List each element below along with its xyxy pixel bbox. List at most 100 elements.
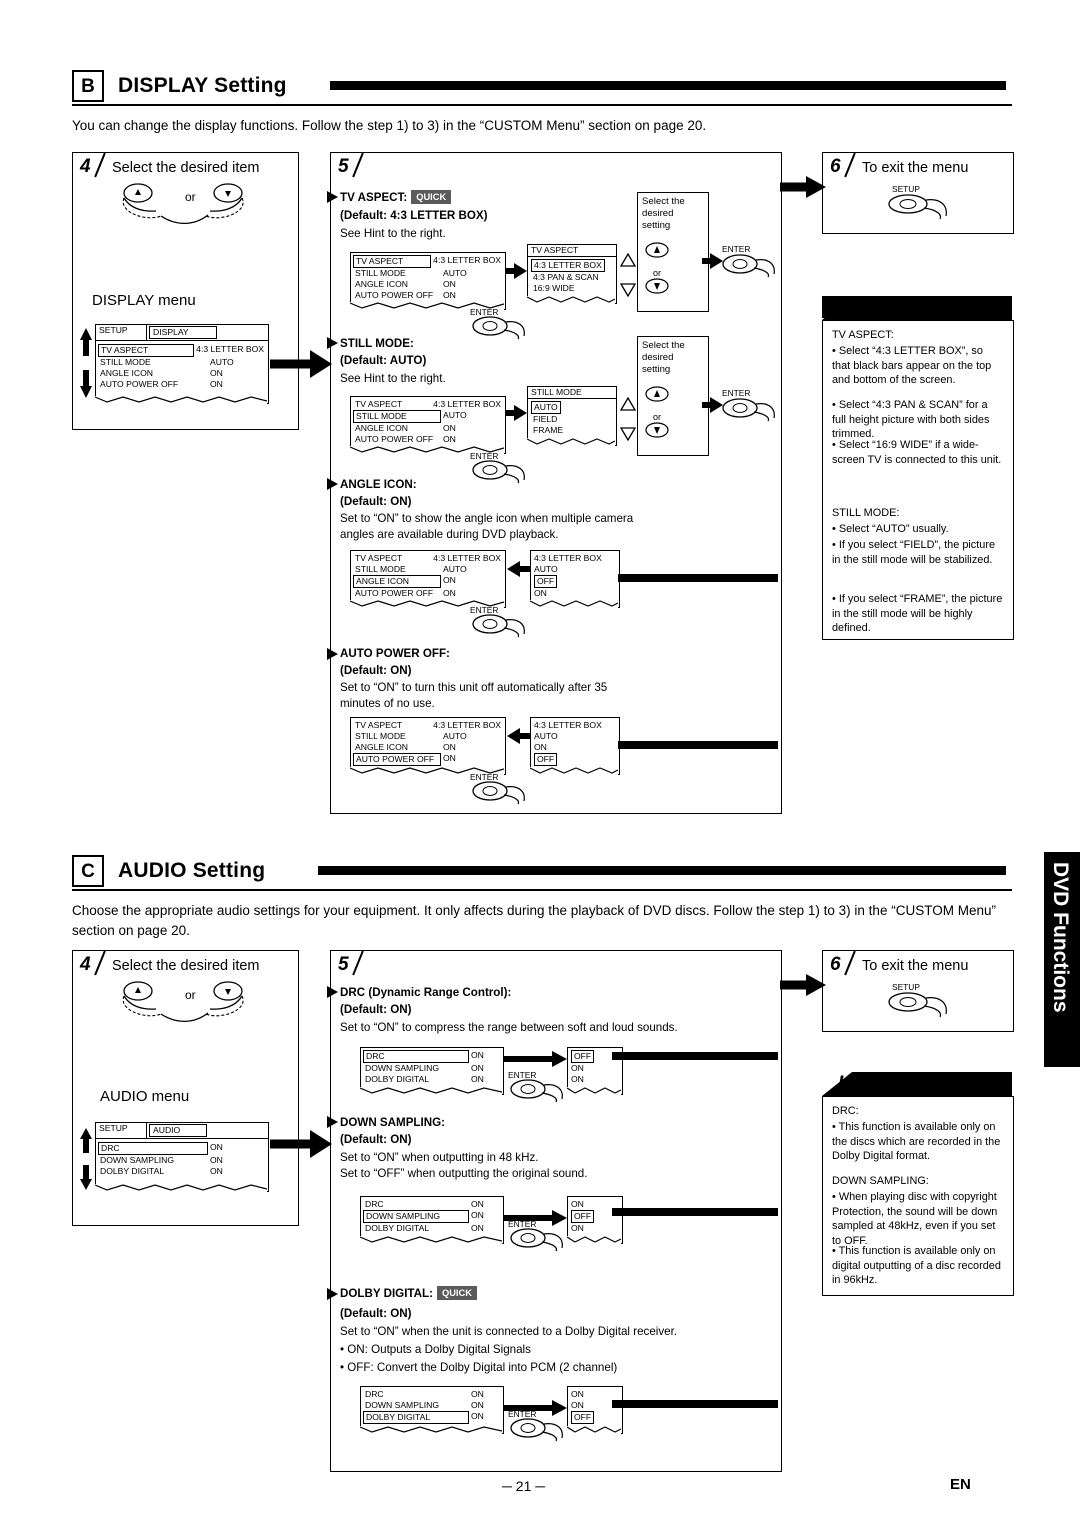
b-item1-desc: See Hint to the right. — [340, 227, 446, 240]
b-item3-osd2: 4:3 LETTER BOX AUTO OFF ON — [530, 550, 620, 608]
c-item3-b2: • OFF: Convert the Dolby Digital into PC… — [340, 1361, 618, 1374]
c-audio-menu-word: AUDIO menu — [100, 1088, 190, 1105]
c-connector-arrow-2 — [780, 974, 826, 996]
c-item3-name: DOLBY DIGITAL: — [340, 1287, 433, 1300]
c-step4-label: Select the desired item — [112, 958, 260, 974]
c-hint-g2-title: DOWN SAMPLING: — [832, 1175, 929, 1187]
b-item1-options-osd: TV ASPECT 4:3 LETTER BOX 4:3 PAN & SCAN … — [527, 244, 617, 304]
b-item4-enter-button-icon[interactable] — [468, 779, 532, 805]
b-item1-enter-button-icon[interactable] — [468, 314, 532, 340]
c-route-line-2 — [612, 1208, 778, 1216]
c-route-line-3 — [612, 1400, 778, 1408]
side-tab: DVD Functions — [1044, 852, 1080, 1067]
osd-row: STILL MODE AUTO — [100, 357, 234, 367]
quick-badge: QUICK — [411, 190, 452, 205]
b-item1-enter2-button-icon[interactable] — [718, 252, 780, 278]
b-item3-enter-button-icon[interactable] — [468, 612, 532, 638]
quick-badge: QUICK — [436, 1286, 477, 1301]
b-item4-osd2: 4:3 LETTER BOX AUTO ON OFF — [530, 717, 620, 775]
b-item4-default: (Default: ON) — [340, 664, 412, 677]
b-step6-setup-button-icon[interactable] — [884, 192, 954, 220]
c-item3-b1: • ON: Outputs a Dolby Digital Signals — [340, 1343, 531, 1356]
b-step6-label: To exit the menu — [862, 160, 969, 176]
b-step4-or-label: or — [185, 190, 196, 204]
b-item3-arrow-left — [507, 561, 530, 577]
b-hint-g1-b1: • Select “4:3 LETTER BOX”, so that black… — [832, 345, 992, 387]
b-hint-g2-b2: • If you select “FIELD”, the picture in … — [832, 539, 996, 566]
c-step6-setup-button-icon[interactable] — [884, 990, 954, 1018]
b-item2-bullet-arrow-icon — [327, 337, 338, 349]
b-item1-bullet-arrow-icon — [327, 191, 338, 203]
b-item1-arrow-to-options — [506, 263, 527, 279]
b-connector-arrow-2 — [780, 176, 826, 198]
section-b-header: B DISPLAY Setting — [72, 70, 287, 102]
c-item3-bullet-arrow-icon — [327, 1288, 338, 1300]
b-item2-options-osd: STILL MODE AUTO FIELD FRAME — [527, 386, 617, 446]
c-hint-g1-b1: • This function is available only on the… — [832, 1121, 1001, 1163]
b-item1-osd: TV ASPECT 4:3 LETTER BOX STILL MODE AUTO A… — [350, 252, 506, 310]
b-hint-g1-b3: • Select “16:9 WIDE” if a wide-screen TV… — [832, 439, 1002, 466]
b-item2-select-buttons-icon[interactable] — [645, 382, 669, 440]
b-display-menu-osd: SETUP DISPLAY TV ASPECT 4:3 LETTER BOX ST… — [95, 324, 269, 404]
c-menu-scroll-arrows-icon — [80, 1128, 92, 1190]
c-item3-desc: Set to “ON” when the unit is connected t… — [340, 1325, 678, 1338]
c-hint-g2-b1: • When playing disc with copyright Prote… — [832, 1191, 998, 1248]
b-hint-g2-b1: • Select “AUTO” usually. — [832, 523, 949, 535]
c-item2-bullet-arrow-icon — [327, 1116, 338, 1128]
c-item2-default: (Default: ON) — [340, 1133, 412, 1146]
c-audio-menu-osd: SETUP AUDIO DRC ON DOWN SAMPLING ON DOLBY … — [95, 1122, 269, 1192]
b-item1-block: TV ASPECT: QUICK — [340, 190, 525, 206]
section-b-intro: You can change the display functions. Fo… — [72, 118, 707, 133]
page-number: ─ 21 ─ — [502, 1478, 546, 1494]
section-b-rule — [330, 81, 1006, 90]
b-item4-desc: Set to “ON” to turn this unit off automa… — [340, 681, 608, 710]
c-item3-default: (Default: ON) — [340, 1307, 412, 1320]
b-item1-select-buttons-icon[interactable] — [645, 238, 669, 296]
c-item1-arrow-right — [504, 1051, 567, 1067]
b-item1-default: (Default: 4:3 LETTER BOX) — [340, 209, 488, 222]
section-c-header: C AUDIO Setting — [72, 855, 265, 887]
osd-titlebar: SETUP DISPLAY — [96, 325, 268, 341]
b-item4-bullet-arrow-icon — [327, 648, 338, 660]
b-item3-name: ANGLE ICON: — [340, 478, 417, 491]
section-c-letter: C — [72, 855, 104, 887]
b-hint-g1-b2: • Select “4:3 PAN & SCAN” for a full hei… — [832, 399, 990, 441]
b-item1-updown-arrows-icon — [619, 252, 637, 298]
b-item2-enter2-button-icon[interactable] — [718, 396, 780, 422]
b-item3-bullet-arrow-icon — [327, 478, 338, 490]
c-item2-osd2: ON OFF ON — [567, 1196, 623, 1244]
b-item2-enter-button-icon[interactable] — [468, 458, 532, 484]
b-item2-arrow-to-options — [506, 405, 527, 421]
b-item2-updown-arrows-icon — [619, 396, 637, 442]
section-c-underline — [72, 889, 1012, 891]
manual-page: B DISPLAY Setting You can change the dis… — [0, 0, 1080, 1526]
c-step4-or-label: or — [185, 988, 196, 1002]
b-item4-osd: TV ASPECT 4:3 LETTER BOX STILL MODE AUTO A… — [350, 717, 506, 775]
section-c-title: AUDIO Setting — [118, 859, 266, 882]
b-step4-number: 4 — [80, 156, 91, 177]
c-item2-enter-button-icon[interactable] — [506, 1226, 570, 1252]
c-step6-number: 6 — [830, 954, 841, 975]
c-step5-number: 5 — [338, 954, 349, 975]
b-item3-osd: TV ASPECT 4:3 LETTER BOX STILL MODE AUTO A… — [350, 550, 506, 608]
osd-row: ANGLE ICON ON — [100, 368, 223, 378]
en-mark: EN — [950, 1476, 971, 1493]
b-item4-arrow-left — [507, 728, 530, 744]
side-tab-label: DVD Functions — [1049, 862, 1072, 1013]
c-item1-bullet-arrow-icon — [327, 986, 338, 998]
section-c-rule — [318, 866, 1006, 875]
c-route-line-1 — [612, 1052, 778, 1060]
c-item1-name: DRC (Dynamic Range Control): — [340, 986, 512, 999]
c-item1-enter-button-icon[interactable] — [506, 1077, 570, 1103]
b-hint-g1-title: TV ASPECT: — [832, 329, 894, 341]
b-step4-label: Select the desired item — [112, 160, 260, 176]
c-step4-number: 4 — [80, 954, 91, 975]
c-item3-enter-button-icon[interactable] — [506, 1416, 570, 1442]
section-b-letter: B — [72, 70, 104, 102]
b-item1-or-label: or — [653, 268, 662, 278]
osd-row: TV ASPECT 4:3 LETTER BOX — [98, 344, 266, 357]
c-item2-name: DOWN SAMPLING: — [340, 1116, 445, 1129]
b-item4-name: AUTO POWER OFF: — [340, 647, 450, 660]
c-item2-arrow-right — [504, 1210, 567, 1226]
b-item3-desc: Set to “ON” to show the angle icon when … — [340, 512, 634, 541]
